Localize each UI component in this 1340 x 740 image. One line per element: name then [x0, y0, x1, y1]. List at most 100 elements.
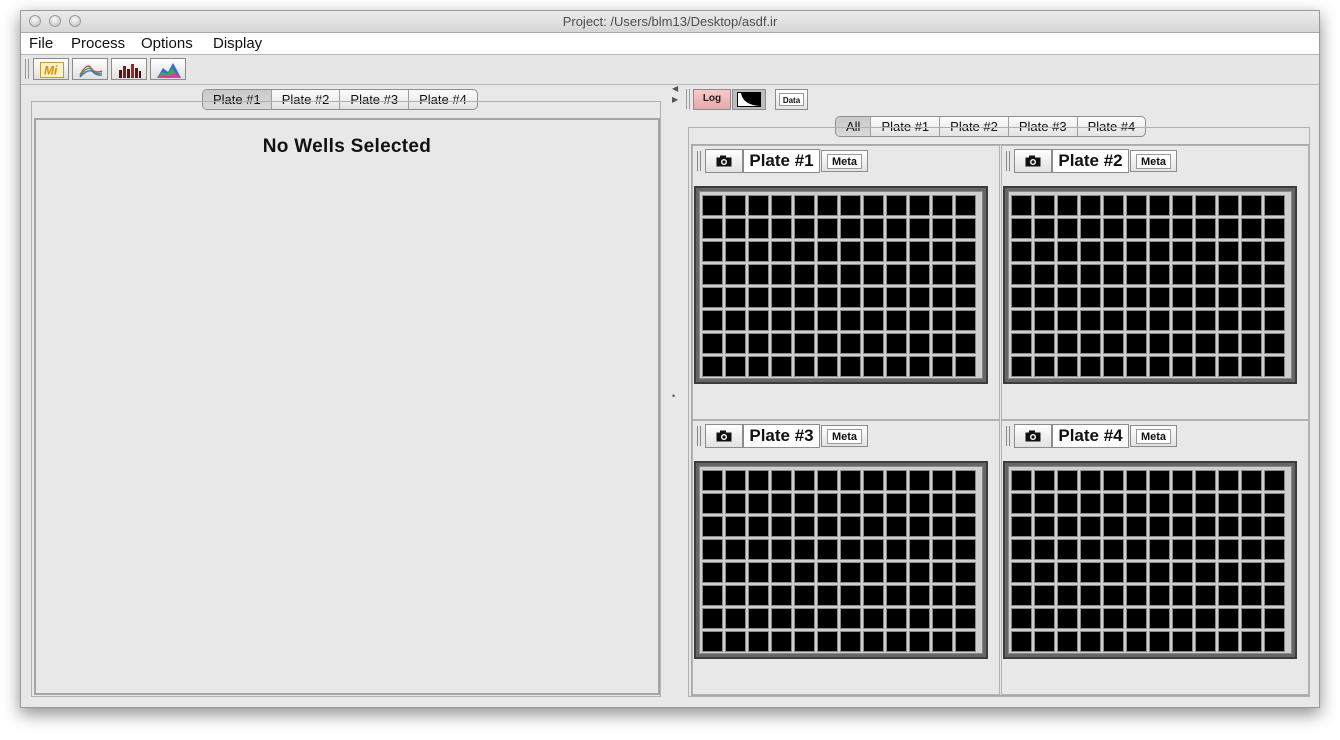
well[interactable]	[1172, 218, 1193, 239]
well[interactable]	[702, 631, 723, 652]
well[interactable]	[817, 195, 838, 216]
well[interactable]	[702, 493, 723, 514]
well[interactable]	[794, 195, 815, 216]
well[interactable]	[1264, 470, 1285, 491]
well[interactable]	[702, 333, 723, 354]
well[interactable]	[1034, 470, 1055, 491]
well[interactable]	[886, 333, 907, 354]
well[interactable]	[1034, 241, 1055, 262]
well[interactable]	[1103, 241, 1124, 262]
well[interactable]	[863, 195, 884, 216]
well[interactable]	[1034, 516, 1055, 537]
well[interactable]	[1080, 218, 1101, 239]
well[interactable]	[1057, 562, 1078, 583]
well[interactable]	[1218, 264, 1239, 285]
well[interactable]	[1126, 493, 1147, 514]
well[interactable]	[1126, 195, 1147, 216]
well[interactable]	[1241, 516, 1262, 537]
well[interactable]	[955, 310, 976, 331]
well[interactable]	[1149, 195, 1170, 216]
well[interactable]	[1126, 356, 1147, 377]
well[interactable]	[1195, 333, 1216, 354]
well[interactable]	[771, 585, 792, 606]
well[interactable]	[1103, 631, 1124, 652]
well[interactable]	[1011, 264, 1032, 285]
well[interactable]	[702, 539, 723, 560]
well[interactable]	[771, 333, 792, 354]
well[interactable]	[909, 608, 930, 629]
well[interactable]	[932, 516, 953, 537]
well[interactable]	[1195, 264, 1216, 285]
well[interactable]	[794, 264, 815, 285]
well[interactable]	[794, 470, 815, 491]
well[interactable]	[886, 241, 907, 262]
well[interactable]	[840, 562, 861, 583]
well[interactable]	[863, 516, 884, 537]
well[interactable]	[1103, 516, 1124, 537]
well[interactable]	[748, 241, 769, 262]
data-view-button[interactable]: Data	[775, 89, 808, 110]
well[interactable]	[1264, 287, 1285, 308]
well[interactable]	[909, 585, 930, 606]
well[interactable]	[863, 493, 884, 514]
well[interactable]	[1218, 241, 1239, 262]
well[interactable]	[1218, 218, 1239, 239]
well[interactable]	[1034, 585, 1055, 606]
well[interactable]	[1218, 470, 1239, 491]
well[interactable]	[1149, 539, 1170, 560]
well[interactable]	[932, 356, 953, 377]
well[interactable]	[1241, 218, 1262, 239]
well[interactable]	[794, 333, 815, 354]
well[interactable]	[1264, 608, 1285, 629]
well[interactable]	[771, 287, 792, 308]
well[interactable]	[794, 631, 815, 652]
well[interactable]	[932, 333, 953, 354]
well[interactable]	[794, 562, 815, 583]
well[interactable]	[748, 516, 769, 537]
plate-4-snapshot-button[interactable]	[1014, 424, 1052, 448]
well[interactable]	[817, 264, 838, 285]
well[interactable]	[725, 356, 746, 377]
well[interactable]	[1057, 539, 1078, 560]
well[interactable]	[748, 608, 769, 629]
well[interactable]	[1103, 356, 1124, 377]
well[interactable]	[863, 287, 884, 308]
well[interactable]	[702, 218, 723, 239]
well[interactable]	[1011, 585, 1032, 606]
well[interactable]	[955, 493, 976, 514]
well[interactable]	[886, 585, 907, 606]
well[interactable]	[1011, 310, 1032, 331]
well[interactable]	[1264, 310, 1285, 331]
well[interactable]	[725, 241, 746, 262]
well[interactable]	[840, 539, 861, 560]
well[interactable]	[1057, 356, 1078, 377]
well[interactable]	[1011, 608, 1032, 629]
well[interactable]	[1218, 195, 1239, 216]
well[interactable]	[1057, 608, 1078, 629]
well[interactable]	[1057, 218, 1078, 239]
well[interactable]	[1172, 562, 1193, 583]
well[interactable]	[1011, 241, 1032, 262]
plate-1-toolbar-grip[interactable]	[697, 151, 701, 171]
well[interactable]	[1080, 241, 1101, 262]
well[interactable]	[1126, 631, 1147, 652]
well[interactable]	[771, 241, 792, 262]
well[interactable]	[1011, 516, 1032, 537]
well[interactable]	[840, 310, 861, 331]
well[interactable]	[840, 516, 861, 537]
plate-3-snapshot-button[interactable]	[705, 424, 743, 448]
well[interactable]	[1195, 218, 1216, 239]
well[interactable]	[817, 631, 838, 652]
well[interactable]	[725, 562, 746, 583]
well[interactable]	[1126, 287, 1147, 308]
well[interactable]	[1011, 539, 1032, 560]
well[interactable]	[725, 470, 746, 491]
well[interactable]	[1241, 631, 1262, 652]
well[interactable]	[909, 470, 930, 491]
well[interactable]	[1149, 310, 1170, 331]
well[interactable]	[1218, 333, 1239, 354]
split-divider-handle[interactable]: •	[672, 391, 675, 401]
well[interactable]	[1172, 470, 1193, 491]
well[interactable]	[1195, 241, 1216, 262]
well[interactable]	[725, 585, 746, 606]
